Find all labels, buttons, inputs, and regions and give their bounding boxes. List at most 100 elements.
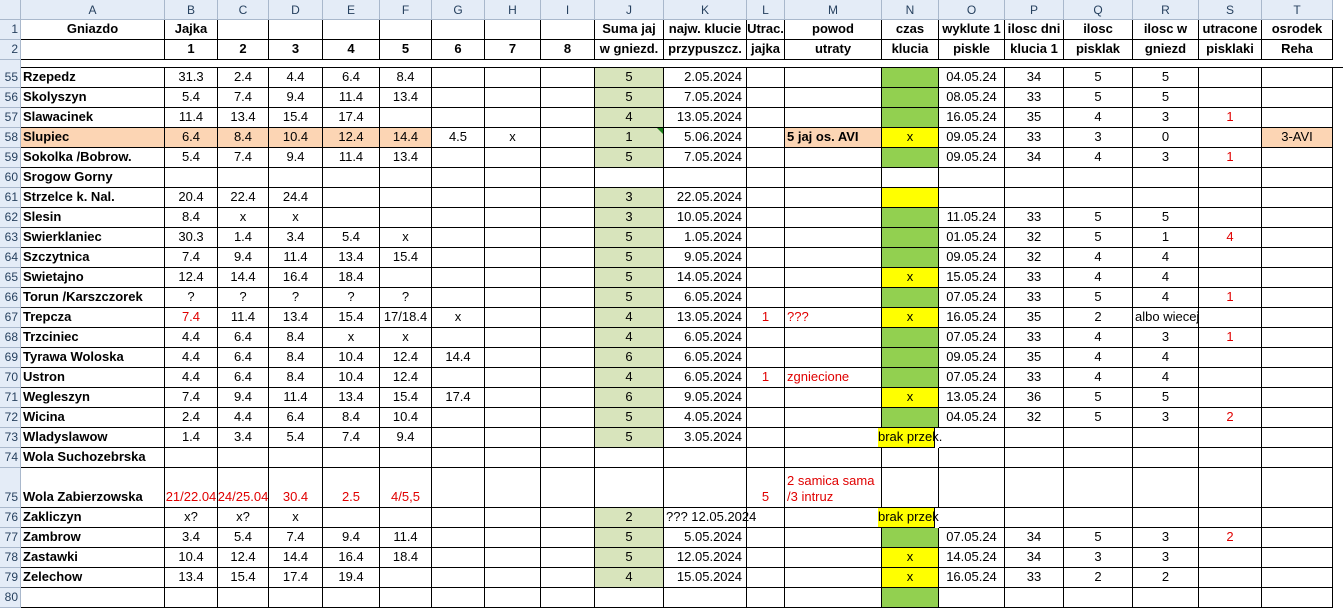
- cell-t2[interactable]: Reha: [1262, 40, 1333, 60]
- cell-m68[interactable]: [785, 328, 882, 348]
- cell-t72[interactable]: [1262, 408, 1333, 428]
- row-header-55[interactable]: 55: [0, 68, 21, 88]
- column-header-c[interactable]: C: [218, 0, 269, 20]
- cell-n67[interactable]: x: [882, 308, 939, 328]
- cell-n2[interactable]: klucia: [882, 40, 939, 60]
- cell-b64[interactable]: 7.4: [165, 248, 218, 268]
- cell-m78[interactable]: [785, 548, 882, 568]
- row-header-68[interactable]: 68: [0, 328, 21, 348]
- cell-d80[interactable]: [269, 588, 323, 608]
- cell-k69[interactable]: 6.05.2024: [664, 348, 747, 368]
- column-header-d[interactable]: D: [269, 0, 323, 20]
- cell-q68[interactable]: 4: [1064, 328, 1133, 348]
- cell-m80[interactable]: [785, 588, 882, 608]
- cell-d75[interactable]: 30.4: [269, 468, 323, 508]
- cell-c61[interactable]: 22.4: [218, 188, 269, 208]
- cell-k75[interactable]: [664, 468, 747, 508]
- cell-h74[interactable]: [485, 448, 541, 468]
- cell-n72[interactable]: [882, 408, 939, 428]
- cell-g2[interactable]: 6: [432, 40, 485, 60]
- cell-b60[interactable]: [165, 168, 218, 188]
- cell-r65[interactable]: 4: [1133, 268, 1199, 288]
- cell-n70[interactable]: [882, 368, 939, 388]
- row-header-79[interactable]: 79: [0, 568, 21, 588]
- cell-f80[interactable]: [380, 588, 432, 608]
- cell-j64[interactable]: 5: [595, 248, 664, 268]
- cell-l79[interactable]: [747, 568, 785, 588]
- cell-c58[interactable]: 8.4: [218, 128, 269, 148]
- cell-h68[interactable]: [485, 328, 541, 348]
- cell-q56[interactable]: 5: [1064, 88, 1133, 108]
- cell-r59[interactable]: 3: [1133, 148, 1199, 168]
- cell-i61[interactable]: [541, 188, 595, 208]
- cell-c74[interactable]: [218, 448, 269, 468]
- cell-s62[interactable]: [1199, 208, 1262, 228]
- cell-d67[interactable]: 13.4: [269, 308, 323, 328]
- cell-j72[interactable]: 5: [595, 408, 664, 428]
- cell-p61[interactable]: [1005, 188, 1064, 208]
- cell-k63[interactable]: 1.05.2024: [664, 228, 747, 248]
- cell-o63[interactable]: 01.05.24: [939, 228, 1005, 248]
- cell-k58[interactable]: 5.06.2024: [664, 128, 747, 148]
- cell-j58[interactable]: 1: [595, 128, 664, 148]
- cell-t76[interactable]: [1262, 508, 1333, 528]
- cell-j59[interactable]: 5: [595, 148, 664, 168]
- row-header-59[interactable]: 59: [0, 148, 21, 168]
- cell-l76[interactable]: [747, 508, 785, 528]
- cell-g65[interactable]: [432, 268, 485, 288]
- cell-a2[interactable]: [21, 40, 165, 60]
- cell-r69[interactable]: 4: [1133, 348, 1199, 368]
- cell-q57[interactable]: 4: [1064, 108, 1133, 128]
- cell-p70[interactable]: 33: [1005, 368, 1064, 388]
- cell-c71[interactable]: 9.4: [218, 388, 269, 408]
- cell-p64[interactable]: 32: [1005, 248, 1064, 268]
- cell-n62[interactable]: [882, 208, 939, 228]
- cell-m61[interactable]: [785, 188, 882, 208]
- cell-d57[interactable]: 15.4: [269, 108, 323, 128]
- cell-e1[interactable]: [323, 20, 380, 40]
- cell-n73[interactable]: brak przek.: [878, 428, 942, 448]
- cell-b71[interactable]: 7.4: [165, 388, 218, 408]
- column-header-l[interactable]: L: [747, 0, 785, 20]
- cell-n1[interactable]: czas: [882, 20, 939, 40]
- cell-r68[interactable]: 3: [1133, 328, 1199, 348]
- cell-o62[interactable]: 11.05.24: [939, 208, 1005, 228]
- cell-l64[interactable]: [747, 248, 785, 268]
- cell-r72[interactable]: 3: [1133, 408, 1199, 428]
- cell-l2[interactable]: jajka: [747, 40, 785, 60]
- cell-s63[interactable]: 4: [1199, 228, 1262, 248]
- cell-b1[interactable]: Jajka: [165, 20, 218, 40]
- cell-k80[interactable]: [664, 588, 747, 608]
- cell-k59[interactable]: 7.05.2024: [664, 148, 747, 168]
- cell-a74[interactable]: Wola Suchozebrska: [21, 448, 165, 468]
- cell-i74[interactable]: [541, 448, 595, 468]
- cell-r2[interactable]: gniezd: [1133, 40, 1199, 60]
- cell-s60[interactable]: [1199, 168, 1262, 188]
- cell-p60[interactable]: [1005, 168, 1064, 188]
- cell-t63[interactable]: [1262, 228, 1333, 248]
- column-header-n[interactable]: N: [882, 0, 939, 20]
- cell-d63[interactable]: 3.4: [269, 228, 323, 248]
- cell-o68[interactable]: 07.05.24: [939, 328, 1005, 348]
- column-header-h[interactable]: H: [485, 0, 541, 20]
- cell-k71[interactable]: 9.05.2024: [664, 388, 747, 408]
- cell-t68[interactable]: [1262, 328, 1333, 348]
- cell-e69[interactable]: 10.4: [323, 348, 380, 368]
- cell-j2[interactable]: w gniezd.: [595, 40, 664, 60]
- cell-l61[interactable]: [747, 188, 785, 208]
- cell-h1[interactable]: [485, 20, 541, 40]
- cell-c80[interactable]: [218, 588, 269, 608]
- cell-b66[interactable]: ?: [165, 288, 218, 308]
- cell-o58[interactable]: 09.05.24: [939, 128, 1005, 148]
- cell-d1[interactable]: [269, 20, 323, 40]
- cell-r67[interactable]: albo wiecej: [1133, 308, 1199, 328]
- cell-m79[interactable]: [785, 568, 882, 588]
- cell-k56[interactable]: 7.05.2024: [664, 88, 747, 108]
- cell-a79[interactable]: Zelechow: [21, 568, 165, 588]
- row-header-64[interactable]: 64: [0, 248, 21, 268]
- cell-d77[interactable]: 7.4: [269, 528, 323, 548]
- cell-i64[interactable]: [541, 248, 595, 268]
- cell-n79[interactable]: x: [882, 568, 939, 588]
- cell-n68[interactable]: [882, 328, 939, 348]
- cell-s69[interactable]: [1199, 348, 1262, 368]
